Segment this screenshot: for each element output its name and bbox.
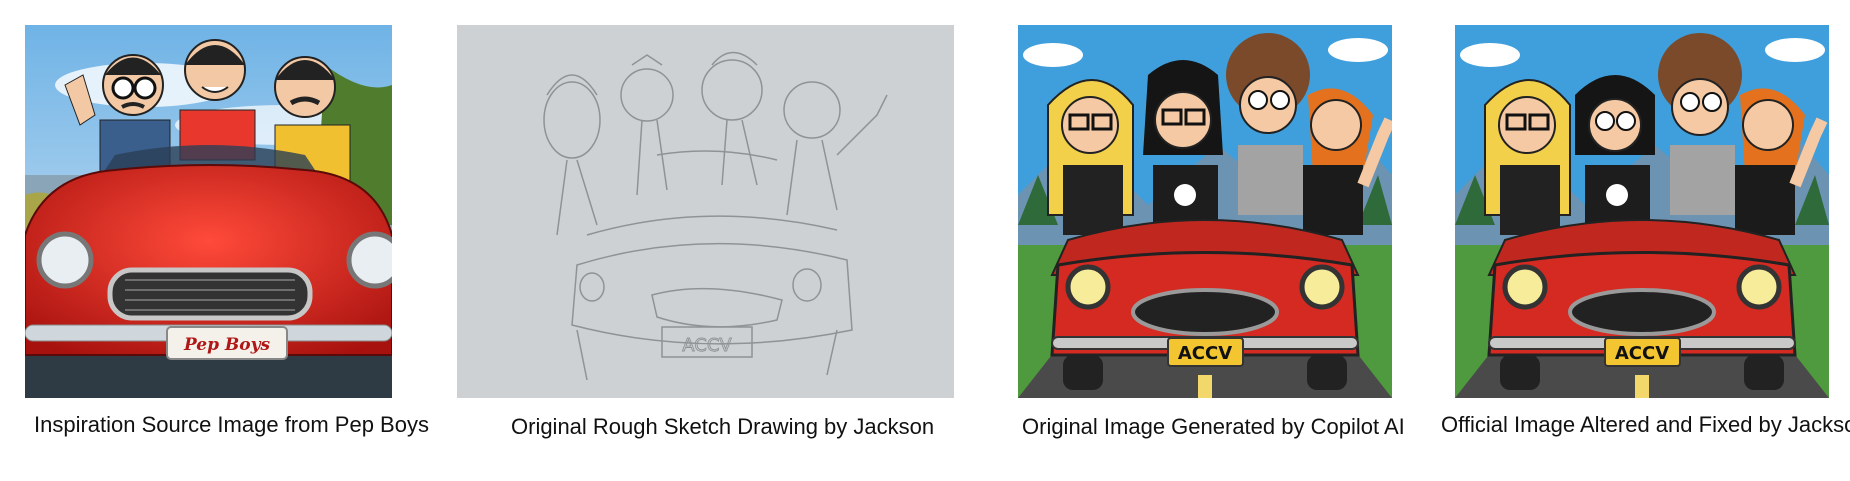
sketch-plate-text: ACCV: [682, 335, 732, 356]
fixed-plate-text: ACCV: [1615, 343, 1669, 364]
license-plate-text: Pep Boys: [183, 335, 271, 355]
caption-sketch: Original Rough Sketch Drawing by Jackson: [511, 414, 935, 439]
ai-plate-text: ACCV: [1178, 343, 1232, 364]
caption-official: Official Image Altered and Fixed by Jack…: [1441, 412, 1850, 437]
pep-boys-source-image: Pep Boys: [25, 25, 392, 398]
official-fixed-image: ACCV: [1455, 25, 1829, 398]
caption-copilot: Original Image Generated by Copilot AI: [1022, 414, 1405, 439]
caption-inspiration: Inspiration Source Image from Pep Boys: [34, 412, 429, 437]
rough-sketch-image: ACCV: [457, 25, 954, 398]
copilot-ai-image: ACCV: [1018, 25, 1392, 398]
